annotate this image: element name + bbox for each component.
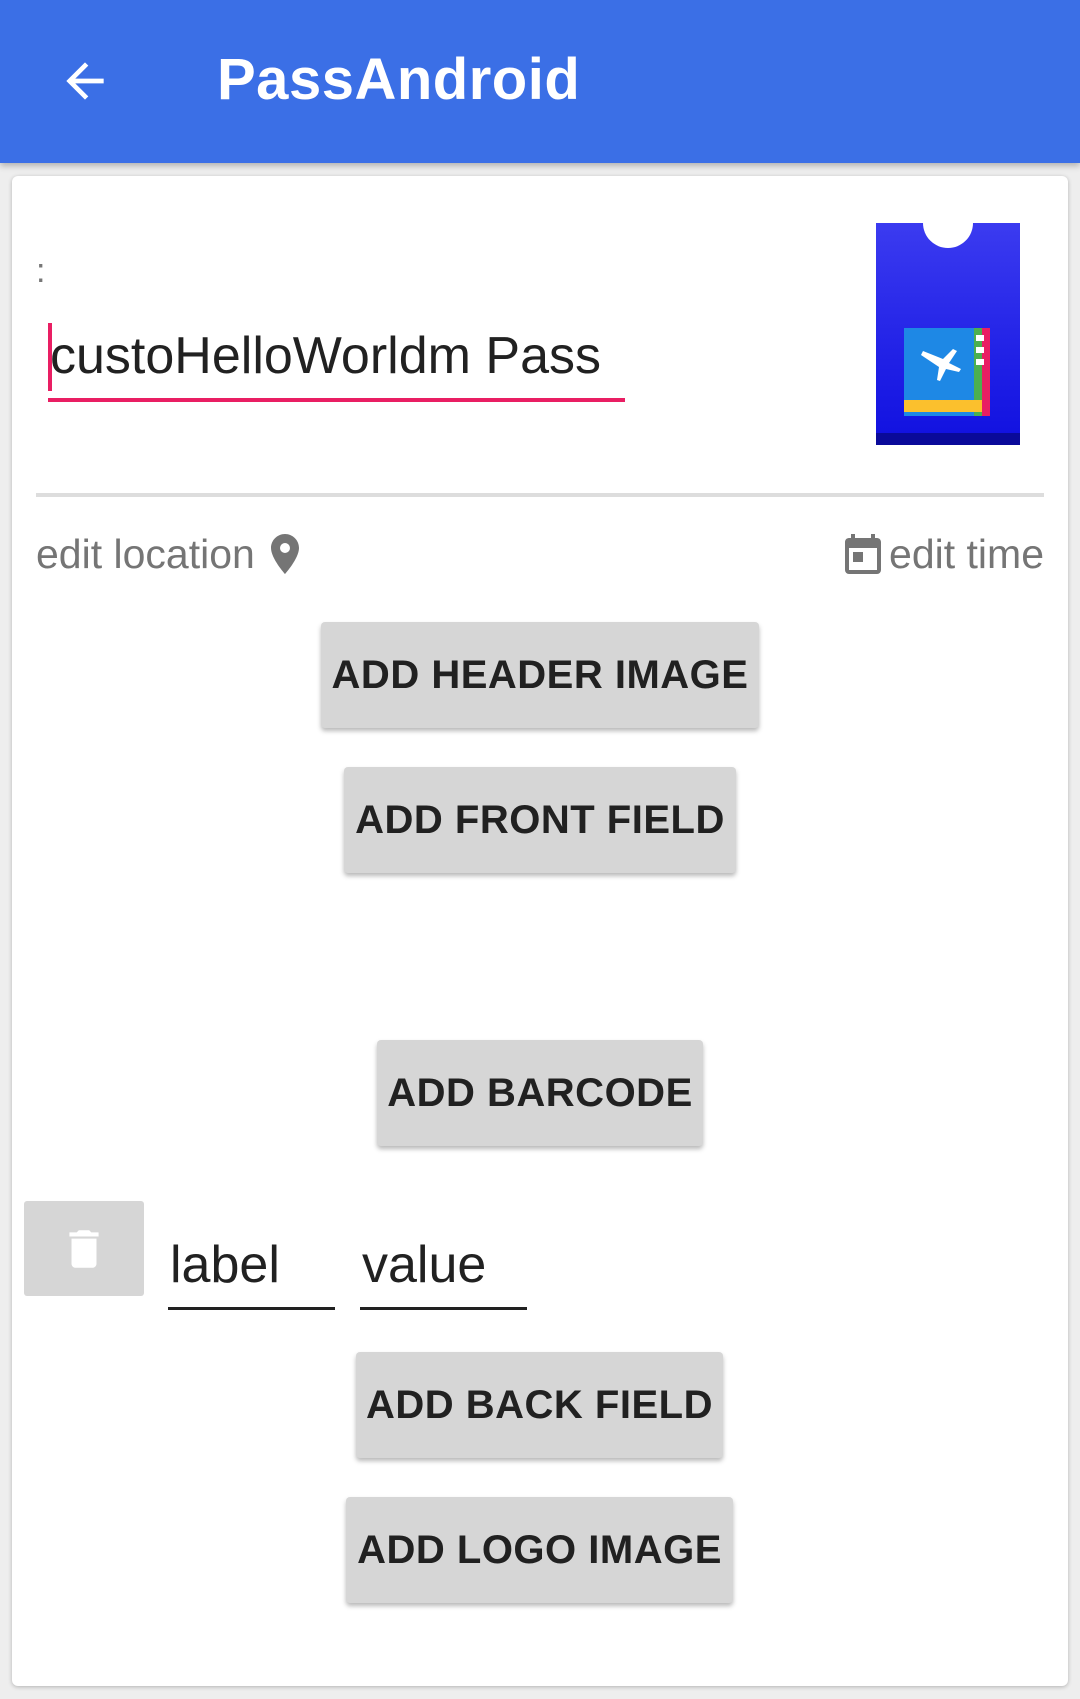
add-logo-image-button[interactable]: ADD LOGO IMAGE xyxy=(346,1497,733,1603)
delete-field-button[interactable] xyxy=(24,1201,144,1296)
add-front-field-button[interactable]: ADD FRONT FIELD xyxy=(344,767,736,873)
edit-location-button[interactable]: edit location xyxy=(36,524,309,584)
calendar-icon xyxy=(845,534,882,574)
back-field-label-input[interactable]: label xyxy=(168,1227,335,1310)
add-barcode-button[interactable]: ADD BARCODE xyxy=(377,1040,703,1146)
pass-name-input[interactable]: custoHelloWorldm Pass xyxy=(48,318,625,402)
edit-time-button[interactable]: edit time xyxy=(839,524,1044,584)
add-back-field-button[interactable]: ADD BACK FIELD xyxy=(356,1352,723,1458)
edit-time-label: edit time xyxy=(889,530,1044,577)
back-field-value-input[interactable]: value xyxy=(360,1227,527,1310)
edit-location-label: edit location xyxy=(36,530,255,577)
add-header-image-button[interactable]: ADD HEADER IMAGE xyxy=(321,622,759,728)
pass-name-value: custoHelloWorldm Pass xyxy=(50,327,602,385)
pass-thumbnail[interactable] xyxy=(876,198,1020,445)
trash-icon xyxy=(69,1229,99,1268)
back-button[interactable] xyxy=(40,36,130,126)
divider xyxy=(36,493,1044,497)
arrow-back-icon xyxy=(66,62,104,100)
pass-name-label: : xyxy=(36,252,46,290)
app-title: PassAndroid xyxy=(217,47,581,112)
back-field-value-text: value xyxy=(362,1236,487,1294)
app-bar: PassAndroid xyxy=(0,0,1080,163)
boarding-pass-icon xyxy=(876,198,1020,445)
back-field-label-text: label xyxy=(170,1236,280,1294)
place-icon xyxy=(270,534,299,574)
